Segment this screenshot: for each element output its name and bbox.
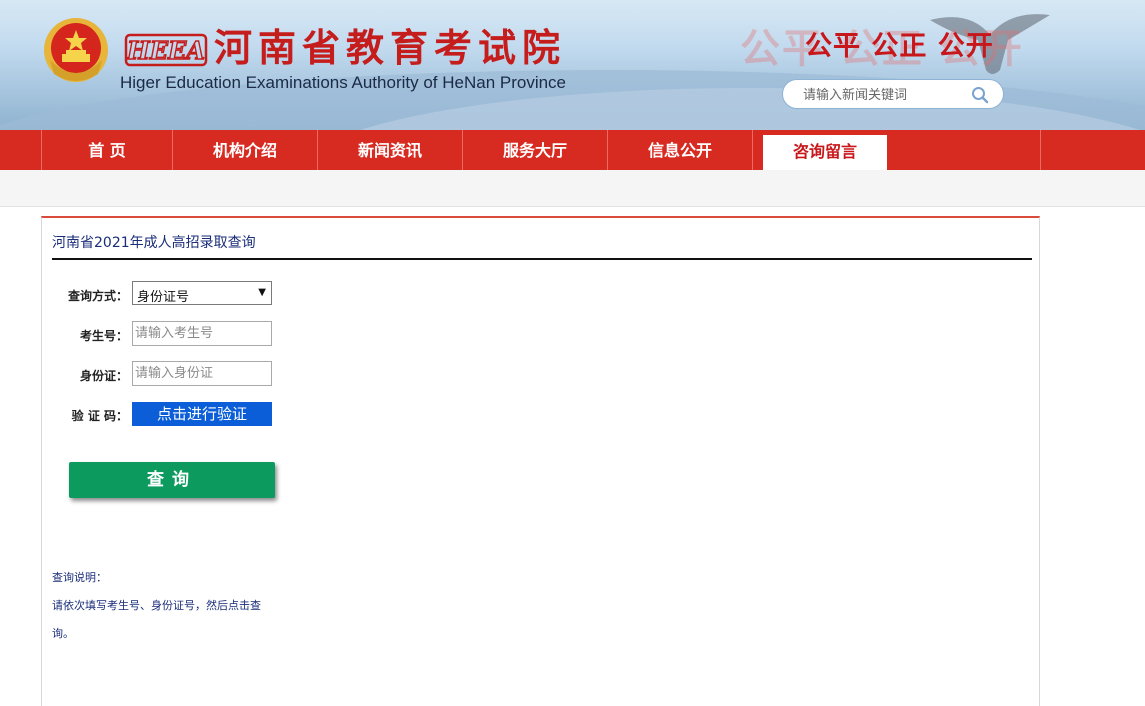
site-subtitle: Higer Education Examinations Authority o… [120,73,567,92]
query-notes-heading: 查询说明： [52,571,107,584]
nav-about[interactable]: 机构介绍 [173,130,317,170]
nav-news[interactable]: 新闻资讯 [318,130,462,170]
title-divider [52,258,1032,260]
id-card-label: 身份证： [79,369,128,383]
nav-divider [752,130,753,170]
page-title: 河南省2021年成人高招录取查询 [52,235,256,251]
id-card-input[interactable] [132,361,272,386]
heea-logo-icon: HEEA [124,33,208,67]
search-icon[interactable] [971,86,989,104]
nav-consult[interactable]: 咨询留言 [763,135,887,170]
svg-text:HEEA: HEEA [126,36,205,65]
query-submit-button[interactable]: 查询 [69,462,275,498]
site-title: 河南省教育考试院 [214,25,567,70]
captcha-label: 验 证 码： [71,409,128,423]
sub-bar [0,170,1145,207]
nav-services[interactable]: 服务大厅 [463,130,607,170]
captcha-verify-button[interactable]: 点击进行验证 [132,402,272,426]
main-nav: 首 页 机构介绍 新闻资讯 服务大厅 信息公开 咨询留言 [0,130,1145,170]
site-header: HEEA 河南省教育考试院 Higer Education Examinatio… [0,0,1145,130]
query-method-label: 查询方式： [67,289,128,303]
exam-number-label: 考生号： [79,329,128,343]
query-notes-line-1: 请依次填写考生号、身份证号，然后点击查 [52,599,261,612]
dropdown-arrow-icon: ▼ [258,287,266,298]
national-emblem-icon [44,18,108,82]
nav-divider [1040,130,1041,170]
slogan: 公平 公正 公开 [805,31,994,62]
query-method-value: 身份证号 [137,290,190,305]
news-search-input[interactable] [801,85,965,105]
nav-info-public[interactable]: 信息公开 [608,130,752,170]
exam-number-input[interactable] [132,321,272,346]
query-method-select[interactable]: 身份证号 ▼ [132,281,272,305]
nav-home[interactable]: 首 页 [42,130,172,170]
news-search-box [782,79,1004,109]
query-notes-line-2: 询。 [52,627,74,640]
